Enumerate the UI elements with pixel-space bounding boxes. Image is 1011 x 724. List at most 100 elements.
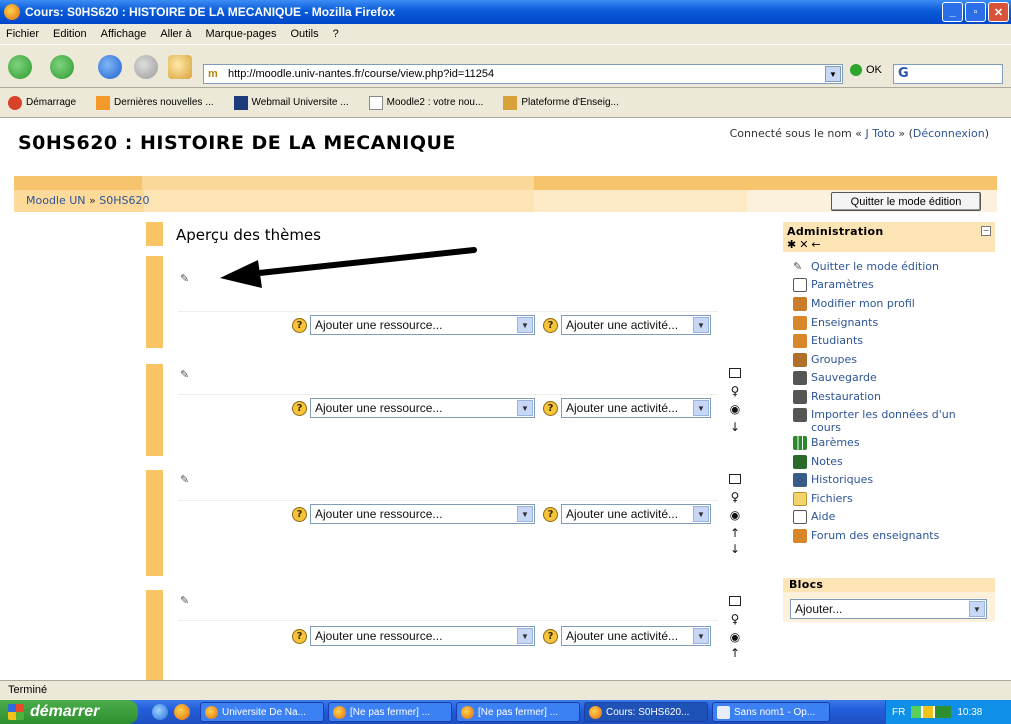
section-stripe (146, 470, 163, 576)
admin-item-enseignants[interactable]: Enseignants (793, 316, 878, 330)
language-indicator[interactable]: FR (892, 707, 905, 718)
add-resource-select[interactable]: Ajouter une ressource... ▼ (310, 626, 535, 646)
quick-launch (152, 704, 190, 720)
bookmark-demarrage[interactable]: Démarrage (8, 95, 76, 110)
square-icon[interactable] (729, 474, 741, 484)
bookmark-webmail[interactable]: Webmail Universite ... (233, 95, 349, 110)
add-block-select[interactable]: Ajouter... ▼ (790, 599, 987, 619)
stop-icon[interactable] (134, 55, 158, 79)
admin-item-notes[interactable]: Notes (793, 455, 843, 469)
add-activity-select[interactable]: Ajouter une activité... ▼ (561, 398, 711, 418)
arrow-up-icon[interactable]: ↑ (728, 646, 742, 660)
collapse-icon[interactable]: − (981, 226, 991, 236)
square-icon[interactable] (729, 368, 741, 378)
maximize-button[interactable]: ▫ (965, 2, 986, 22)
help-icon[interactable]: ? (292, 318, 307, 333)
arrow-down-icon[interactable]: ↓ (728, 542, 742, 556)
admin-item-importer[interactable]: Importer les données d'un cours (793, 408, 983, 434)
tray-icons (911, 706, 952, 718)
minimize-button[interactable]: _ (942, 2, 963, 22)
menu-affichage[interactable]: Affichage (101, 28, 147, 40)
quit-edit-mode-button[interactable]: Quitter le mode édition (831, 192, 981, 211)
lightbulb-icon[interactable]: ♀ (728, 490, 742, 504)
user-link[interactable]: J Toto (866, 127, 895, 140)
edit-icon[interactable]: ✎ (180, 594, 192, 607)
admin-item-fichiers[interactable]: Fichiers (793, 492, 853, 506)
help-icon[interactable]: ? (543, 629, 558, 644)
add-resource-select[interactable]: Ajouter une ressource... ▼ (310, 398, 535, 418)
clock: 10:38 (957, 706, 983, 718)
demarrage-icon (8, 95, 22, 110)
close-button[interactable]: ✕ (988, 2, 1009, 22)
edit-icon[interactable]: ✎ (180, 473, 192, 486)
help-icon[interactable]: ? (292, 629, 307, 644)
firefox-icon (205, 705, 218, 719)
url-bar[interactable]: m http://moodle.univ-nantes.fr/course/vi… (203, 64, 843, 84)
square-icon[interactable] (729, 596, 741, 606)
bookmark-nouvelles[interactable]: Dernières nouvelles ... (96, 95, 214, 110)
menu-aller[interactable]: Aller à (160, 28, 191, 40)
add-resource-select[interactable]: Ajouter une ressource... ▼ (310, 315, 535, 335)
firefox-icon[interactable] (174, 704, 190, 720)
add-activity-select[interactable]: Ajouter une activité... ▼ (561, 626, 711, 646)
help-icon[interactable]: ? (292, 401, 307, 416)
edit-icon[interactable]: ✎ (180, 368, 192, 381)
url-dropdown-icon[interactable]: ▼ (825, 66, 841, 82)
help-icon[interactable]: ? (543, 401, 558, 416)
start-button[interactable]: démarrer (0, 700, 138, 724)
add-activity-select[interactable]: Ajouter une activité... ▼ (561, 315, 711, 335)
block-controls[interactable]: ✱✕← (787, 238, 824, 251)
eye-icon[interactable]: ◉ (728, 508, 742, 522)
window-titlebar: Cours: S0HS620 : HISTOIRE DE LA MECANIQU… (0, 0, 1011, 24)
menu-help[interactable]: ? (333, 28, 339, 40)
admin-item-sauvegarde[interactable]: Sauvegarde (793, 371, 877, 385)
help-icon[interactable]: ? (543, 318, 558, 333)
eye-icon[interactable]: ◉ (728, 402, 742, 416)
edit-icon[interactable]: ✎ (180, 272, 192, 285)
admin-item-etudiants[interactable]: Etudiants (793, 334, 863, 348)
admin-item-baremes[interactable]: Barèmes (793, 436, 860, 450)
back-icon[interactable] (8, 55, 32, 79)
section-stripe (146, 590, 163, 680)
admin-item-forum[interactable]: Forum des enseignants (793, 529, 939, 543)
task-item[interactable]: [Ne pas fermer] ... (456, 702, 580, 722)
menu-marque-pages[interactable]: Marque-pages (206, 28, 277, 40)
task-item[interactable]: [Ne pas fermer] ... (328, 702, 452, 722)
arrow-down-icon[interactable]: ↓ (728, 420, 742, 434)
task-item[interactable]: Universite De Na... (200, 702, 324, 722)
breadcrumb-home[interactable]: Moodle UN (26, 194, 86, 207)
admin-item-restauration[interactable]: Restauration (793, 390, 881, 404)
admin-item-groupes[interactable]: Groupes (793, 353, 857, 367)
admin-item-quit-edit[interactable]: ✎ Quitter le mode édition (793, 260, 939, 274)
lightbulb-icon[interactable]: ♀ (728, 384, 742, 398)
admin-item-aide[interactable]: Aide (793, 510, 835, 524)
firefox-icon (461, 705, 474, 719)
home-icon[interactable] (168, 55, 192, 79)
ie-icon[interactable] (152, 704, 168, 720)
lightbulb-icon[interactable]: ♀ (728, 612, 742, 626)
task-item[interactable]: Sans nom1 - Op... (712, 702, 830, 722)
forward-icon[interactable] (50, 55, 74, 79)
menu-fichier[interactable]: Fichier (6, 28, 39, 40)
admin-item-historiques[interactable]: Historiques (793, 473, 873, 487)
eye-icon[interactable]: ◉ (728, 630, 742, 644)
menu-outils[interactable]: Outils (290, 28, 318, 40)
admin-item-parametres[interactable]: Paramètres (793, 278, 874, 292)
task-item-active[interactable]: Cours: S0HS620... (584, 702, 708, 722)
add-resource-select[interactable]: Ajouter une ressource... ▼ (310, 504, 535, 524)
taskbar: démarrer Universite De Na... [Ne pas fer… (0, 700, 1011, 724)
go-button[interactable]: OK (850, 64, 882, 76)
logout-link[interactable]: Déconnexion (913, 127, 985, 140)
search-box[interactable]: G (893, 64, 1003, 84)
add-activity-select[interactable]: Ajouter une activité... ▼ (561, 504, 711, 524)
annotation-arrow (220, 247, 477, 288)
bookmark-plateforme[interactable]: Plateforme d'Enseig... (503, 95, 619, 110)
arrow-up-icon[interactable]: ↑ (728, 526, 742, 540)
firefox-icon (4, 4, 20, 20)
bookmark-moodle2[interactable]: Moodle2 : votre nou... (368, 95, 483, 110)
reload-icon[interactable] (98, 55, 122, 79)
admin-item-profil[interactable]: Modifier mon profil (793, 297, 915, 311)
help-icon[interactable]: ? (292, 507, 307, 522)
menu-edition[interactable]: Edition (53, 28, 87, 40)
help-icon[interactable]: ? (543, 507, 558, 522)
